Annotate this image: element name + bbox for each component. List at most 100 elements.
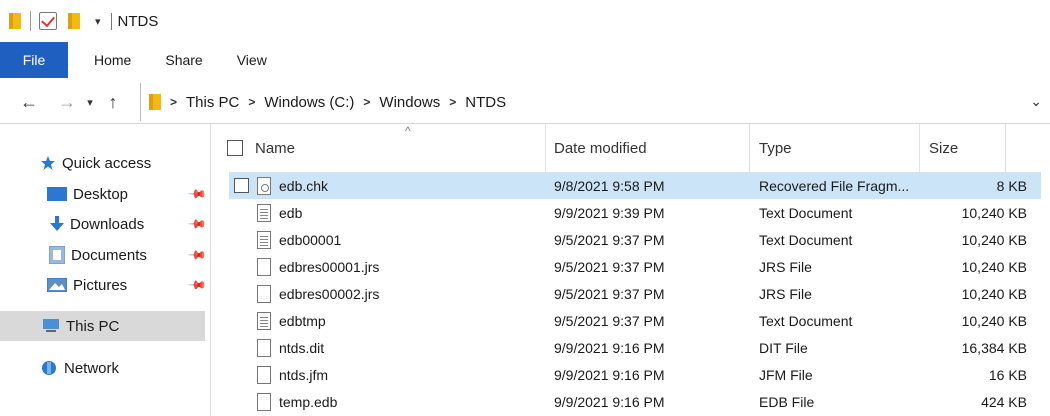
file-type: Text Document (759, 231, 853, 248)
table-row[interactable]: edb.chk 9/8/2021 9:58 PM Recovered File Fr… (229, 172, 1041, 199)
breadcrumb-ntds[interactable]: NTDS (465, 94, 506, 111)
file-name: temp.edb (279, 394, 338, 411)
navigation-bar: ← → ▾ ↑ > This PC > Windows (C:) > Windo… (0, 83, 1050, 121)
navigation-pane: Quick access Desktop 📌 Downloads 📌 Docum… (0, 124, 210, 416)
customize-toolbar-button[interactable]: ▾ (95, 15, 101, 28)
file-size: 8 KB (996, 177, 1027, 194)
column-header-date-modified[interactable]: Date modified (554, 136, 647, 160)
column-header-type[interactable]: Type (759, 136, 792, 160)
tab-view[interactable]: View (220, 42, 284, 78)
system-file-icon (257, 172, 271, 199)
file-name: edbtmp (279, 313, 326, 329)
breadcrumb-separator[interactable]: > (449, 95, 456, 109)
sidebar-item-network[interactable]: Network (0, 353, 205, 383)
new-folder-icon[interactable] (67, 12, 81, 30)
sidebar-item-quick-access[interactable]: Quick access (0, 148, 205, 178)
star-icon (41, 156, 55, 170)
download-arrow-icon (50, 216, 64, 231)
file-type: JRS File (759, 258, 812, 275)
computer-icon (43, 319, 59, 332)
back-arrow-icon[interactable]: ← (16, 92, 42, 113)
file-date-modified: 9/5/2021 9:37 PM (554, 258, 665, 275)
file-size: 10,240 KB (961, 258, 1027, 275)
tab-share[interactable]: Share (148, 42, 219, 78)
column-divider[interactable] (545, 124, 546, 172)
sidebar-item-desktop[interactable]: Desktop 📌 (0, 179, 208, 209)
ribbon-tabs: File Home Share View (0, 42, 1050, 78)
file-type: EDB File (759, 394, 815, 411)
sort-ascending-icon: ^ (405, 124, 411, 138)
file-name: edbres00002.jrs (279, 285, 380, 302)
address-history-chevron-icon[interactable]: ⌄ (1030, 93, 1042, 110)
pin-icon[interactable]: 📌 (187, 214, 207, 234)
recent-locations-chevron-icon[interactable]: ▾ (80, 96, 100, 109)
title-bar: ▾ NTDS (0, 0, 1050, 42)
desktop-icon (47, 187, 67, 201)
file-date-modified: 9/9/2021 9:16 PM (554, 394, 665, 411)
file-type: Text Document (759, 204, 853, 221)
up-arrow-icon[interactable]: ↑ (100, 92, 126, 113)
file-date-modified: 9/5/2021 9:37 PM (554, 285, 665, 302)
sidebar-item-this-pc[interactable]: This PC (0, 311, 205, 341)
file-type: JFM File (759, 367, 813, 384)
table-row[interactable]: edbres00001.jrs 9/5/2021 9:37 PM JRS File 1… (229, 253, 1041, 280)
file-size: 10,240 KB (961, 231, 1027, 248)
column-divider[interactable] (749, 124, 750, 172)
breadcrumb-separator[interactable]: > (363, 95, 370, 109)
sidebar-item-label: Quick access (62, 154, 152, 172)
table-row[interactable]: edb00001 9/5/2021 9:37 PM Text Document 10,… (229, 226, 1041, 253)
file-size: 10,240 KB (961, 285, 1027, 302)
pin-icon[interactable]: 📌 (187, 184, 207, 204)
documents-icon (49, 246, 65, 264)
table-row[interactable]: temp.edb 9/9/2021 9:16 PM EDB File 424 KB (229, 389, 1041, 416)
column-header-size[interactable]: Size (929, 136, 958, 160)
forward-arrow-icon[interactable]: → (54, 92, 80, 113)
file-type: JRS File (759, 285, 812, 302)
pin-icon[interactable]: 📌 (187, 245, 207, 265)
properties-icon[interactable] (39, 12, 57, 30)
file-size: 10,240 KB (961, 204, 1027, 221)
table-row[interactable]: ntds.jfm 9/9/2021 9:16 PM JFM File 16 KB (229, 362, 1041, 389)
tab-home[interactable]: Home (68, 42, 148, 78)
file-date-modified: 9/9/2021 9:39 PM (554, 204, 665, 221)
folder-icon (149, 94, 161, 110)
address-bar[interactable]: > This PC > Windows (C:) > Windows > NTD… (140, 83, 1050, 121)
file-name: edb00001 (279, 231, 342, 248)
tab-file[interactable]: File (0, 42, 68, 78)
pin-icon[interactable]: 📌 (187, 275, 207, 295)
sidebar-item-documents[interactable]: Documents 📌 (0, 240, 208, 270)
sidebar-item-label: Network (64, 359, 120, 377)
breadcrumb-separator[interactable]: > (170, 95, 177, 109)
table-row[interactable]: ntds.dit 9/9/2021 9:16 PM DIT File 16,384 K… (229, 335, 1041, 362)
column-header-name[interactable]: Name (255, 136, 295, 160)
sidebar-item-downloads[interactable]: Downloads 📌 (0, 209, 208, 239)
table-row[interactable]: edbtmp 9/5/2021 9:37 PM Text Document 10,24… (229, 308, 1041, 335)
sidebar-item-label: This PC (66, 317, 120, 335)
breadcrumb-separator[interactable]: > (248, 95, 255, 109)
breadcrumb-windows-c[interactable]: Windows (C:) (264, 94, 354, 111)
file-list: ^ Name Date modified Type Size edb.chk 9/… (210, 124, 1050, 416)
table-row[interactable]: edb 9/9/2021 9:39 PM Text Document 10,240 K… (229, 199, 1041, 226)
file-date-modified: 9/5/2021 9:37 PM (554, 313, 665, 329)
column-divider[interactable] (919, 124, 920, 172)
file-date-modified: 9/8/2021 9:58 PM (554, 177, 665, 194)
file-type: DIT File (759, 340, 808, 357)
window-title: NTDS (110, 12, 158, 30)
select-all-checkbox[interactable] (227, 136, 243, 160)
file-date-modified: 9/9/2021 9:16 PM (554, 340, 665, 357)
file-icon (257, 280, 271, 307)
row-checkbox[interactable] (234, 172, 249, 199)
title-separator (30, 11, 31, 31)
file-name: edb.chk (279, 177, 329, 194)
column-divider[interactable] (1005, 124, 1006, 172)
column-headers: ^ Name Date modified Type Size (211, 124, 1050, 172)
file-icon (257, 335, 271, 362)
sidebar-item-pictures[interactable]: Pictures 📌 (0, 270, 208, 300)
breadcrumb-this-pc[interactable]: This PC (186, 94, 239, 111)
breadcrumb-windows[interactable]: Windows (379, 94, 440, 111)
sidebar-item-label: Documents (71, 246, 147, 264)
table-row[interactable]: edbres00002.jrs 9/5/2021 9:37 PM JRS File 1… (229, 280, 1041, 307)
file-name: ntds.dit (279, 340, 325, 357)
file-icon (257, 389, 271, 416)
text-file-icon (257, 199, 271, 226)
